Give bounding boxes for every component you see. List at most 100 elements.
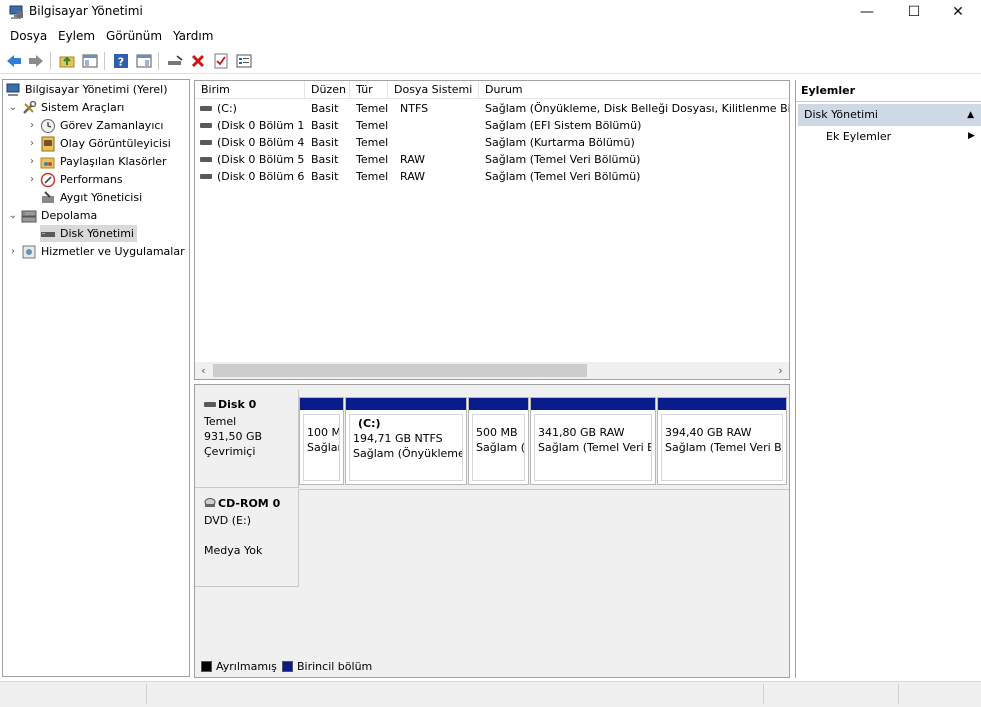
tree-item-performance[interactable]: › Performans — [27, 171, 123, 188]
menu-eylem[interactable]: Eylem — [58, 29, 95, 43]
disk-0-status: Çevrimiçi — [204, 445, 256, 458]
tree-item-system-tools[interactable]: ⌄ Sistem Araçları — [8, 99, 124, 116]
horizontal-scrollbar[interactable]: ‹ › — [195, 362, 789, 379]
tree-item-shared-folders[interactable]: › Paylaşılan Klasörler — [27, 153, 167, 170]
cell-file-system — [400, 134, 480, 151]
scroll-left-icon[interactable]: ‹ — [195, 362, 212, 379]
column-header-file-system[interactable]: Dosya Sistemi — [388, 81, 479, 99]
menu-bar: Dosya Eylem Görünüm Yardım — [0, 26, 981, 46]
table-row[interactable]: (Disk 0 Bölüm 1) Basit Temel Sağlam (EFI… — [195, 117, 789, 134]
computer-management-icon — [8, 4, 24, 20]
menu-yardim[interactable]: Yardım — [173, 29, 213, 43]
legend-swatch-unallocated — [201, 661, 212, 672]
show-hide-console-tree-icon[interactable] — [80, 51, 100, 71]
cell-volume: (C:) — [217, 102, 237, 115]
cell-layout: Basit — [311, 119, 339, 132]
actions-section-disk-management[interactable]: Disk Yönetimi ▲ — [798, 104, 981, 126]
tree-item-disk-management[interactable]: Disk Yönetimi — [40, 225, 137, 242]
chevron-down-icon[interactable]: ⌄ — [8, 210, 18, 221]
delete-icon[interactable] — [188, 51, 208, 71]
device-manager-icon — [40, 190, 56, 206]
computer-management-icon — [5, 82, 21, 98]
legend-swatch-primary — [282, 661, 293, 672]
cell-type: Temel — [356, 102, 389, 115]
tree-item-task-scheduler[interactable]: › Görev Zamanlayıcı — [27, 117, 163, 134]
cell-volume: (Disk 0 Bölüm 6) — [217, 170, 305, 183]
cdrom-0-name: CD-ROM 0 — [218, 497, 281, 510]
tree-item-services[interactable]: › Hizmetler ve Uygulamalar — [8, 243, 185, 260]
partition-raw-2[interactable]: 394,40 GB RAW Sağlam (Temel Veri Bö — [657, 397, 787, 485]
tree-label-disk-management: Disk Yönetimi — [60, 227, 134, 240]
table-row[interactable]: (Disk 0 Bölüm 5) Basit Temel RAW Sağlam … — [195, 151, 789, 168]
partition-efi[interactable]: 100 M Sağlaı — [299, 397, 344, 485]
actions-title: Eylemler — [796, 80, 981, 102]
status-bar — [0, 681, 981, 707]
partition-c[interactable]: (C:) 194,71 GB NTFS Sağlam (Önyükleme — [345, 397, 467, 485]
volume-list-header: Birim Düzen Tür Dosya Sistemi Durum — [195, 81, 789, 99]
event-viewer-icon — [40, 136, 56, 152]
table-row[interactable]: (Disk 0 Bölüm 6) Basit Temel RAW Sağlam … — [195, 168, 789, 185]
help-icon[interactable]: ? — [111, 51, 131, 71]
scroll-right-icon[interactable]: › — [772, 362, 789, 379]
maximize-button[interactable]: ☐ — [891, 0, 937, 24]
volume-icon — [200, 173, 212, 179]
partition-recovery[interactable]: 500 MB Sağlam ( — [468, 397, 529, 485]
chevron-right-icon[interactable]: › — [27, 120, 37, 131]
menu-dosya[interactable]: Dosya — [10, 29, 47, 43]
chevron-right-icon[interactable]: › — [27, 138, 37, 149]
chevron-right-icon[interactable]: › — [27, 156, 37, 167]
show-hide-action-pane-icon[interactable] — [134, 51, 154, 71]
disk-0-type: Temel — [204, 415, 237, 428]
tree-item-storage[interactable]: ⌄ Depolama — [8, 207, 97, 224]
clock-icon — [40, 118, 56, 134]
disk-icon — [40, 226, 56, 242]
partition-status: Sağlam (Önyükleme — [353, 447, 463, 460]
table-row[interactable]: (C:) Basit Temel NTFS Sağlam (Önyükleme,… — [195, 100, 789, 117]
column-header-layout[interactable]: Düzen — [305, 81, 350, 99]
tree-label-task-scheduler: Görev Zamanlayıcı — [60, 119, 164, 132]
scrollbar-thumb[interactable] — [213, 364, 587, 377]
volume-icon — [200, 139, 212, 145]
properties-list-icon[interactable] — [234, 51, 254, 71]
properties-check-icon[interactable] — [211, 51, 231, 71]
connect-virtual-disk-icon[interactable] — [165, 51, 185, 71]
column-header-type[interactable]: Tür — [350, 81, 388, 99]
partition-status: Sağlaı — [307, 441, 340, 454]
table-row[interactable]: (Disk 0 Bölüm 4) Basit Temel Sağlam (Kur… — [195, 134, 789, 151]
tree-label-services: Hizmetler ve Uygulamalar — [41, 245, 185, 258]
forward-icon[interactable] — [26, 51, 46, 71]
up-folder-icon[interactable] — [57, 51, 77, 71]
tree-label-root: Bilgisayar Yönetimi (Yerel) — [25, 83, 168, 96]
back-icon[interactable] — [4, 51, 24, 71]
partition-size: 394,40 GB RAW — [665, 426, 752, 439]
cd-icon — [204, 498, 216, 508]
column-header-volume[interactable]: Birim — [195, 81, 305, 99]
minimize-button[interactable]: — — [844, 0, 890, 24]
services-icon — [21, 244, 37, 260]
action-more-actions[interactable]: Ek Eylemler — [826, 130, 891, 143]
tree-item-event-viewer[interactable]: › Olay Görüntüleyicisi — [27, 135, 171, 152]
cdrom-0-label[interactable]: CD-ROM 0 DVD (E:) Medya Yok — [195, 489, 299, 587]
cell-volume: (Disk 0 Bölüm 5) — [217, 153, 305, 166]
disk-0-size: 931,50 GB — [204, 430, 263, 443]
tree-item-root[interactable]: Bilgisayar Yönetimi (Yerel) — [5, 81, 168, 98]
chevron-right-icon[interactable]: › — [8, 246, 18, 257]
chevron-down-icon[interactable]: ⌄ — [8, 102, 18, 113]
chevron-right-icon[interactable]: › — [27, 174, 37, 185]
storage-icon — [21, 208, 37, 224]
column-header-status[interactable]: Durum — [479, 81, 789, 99]
submenu-arrow-icon[interactable]: ▶ — [968, 131, 975, 141]
cell-status: Sağlam (Temel Veri Bölümü) — [485, 170, 641, 183]
tree-item-device-manager[interactable]: Aygıt Yöneticisi — [40, 189, 142, 206]
cell-status: Sağlam (Kurtarma Bölümü) — [485, 136, 635, 149]
title-bar: Bilgisayar Yönetimi — ☐ ✕ — [0, 0, 981, 24]
partition-raw-1[interactable]: 341,80 GB RAW Sağlam (Temel Veri B — [530, 397, 656, 485]
cell-layout: Basit — [311, 153, 339, 166]
tree-label-performance: Performans — [60, 173, 123, 186]
collapse-up-icon[interactable]: ▲ — [967, 104, 974, 126]
partition-status: Sağlam (Temel Veri Bö — [665, 441, 783, 454]
partition-status: Sağlam (Temel Veri B — [538, 441, 652, 454]
disk-0-label[interactable]: Disk 0 Temel 931,50 GB Çevrimiçi — [195, 390, 299, 488]
close-button[interactable]: ✕ — [935, 0, 981, 24]
menu-gorunum[interactable]: Görünüm — [106, 29, 162, 43]
